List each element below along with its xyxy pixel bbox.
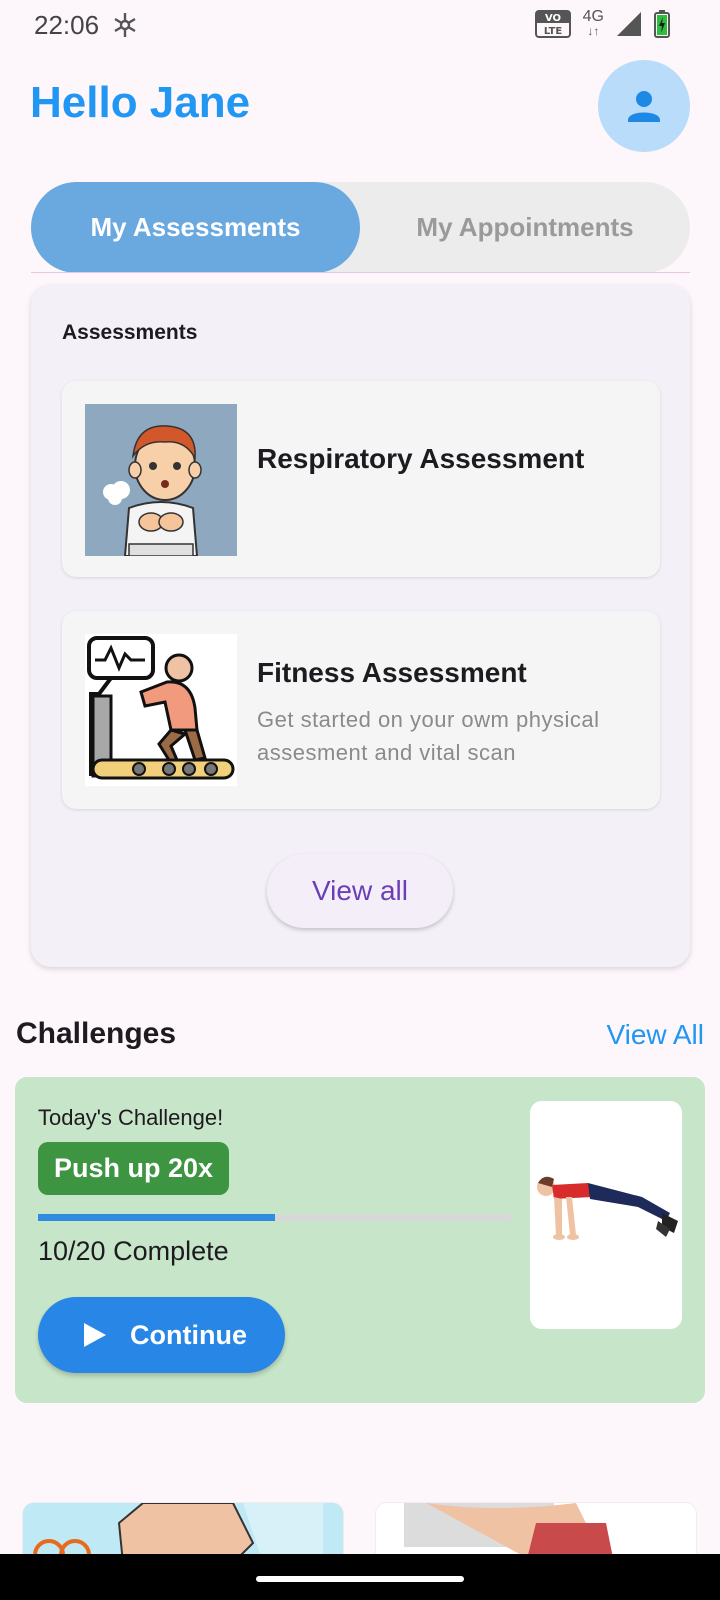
challenge-preview-card-1[interactable] [22,1502,344,1562]
volte-icon: VO LTE [534,10,571,38]
assessment-title-fitness: Fitness Assessment [257,657,527,688]
assessment-description-fitness: Get started on your owm physical assesme… [257,707,600,765]
view-all-assessments-button[interactable]: View all [267,854,453,928]
play-icon [84,1323,106,1347]
signal-icon [617,12,641,36]
profile-avatar-button[interactable] [598,60,690,152]
treadmill-illustration [85,634,237,786]
challenge-preview-card-2[interactable] [375,1502,697,1562]
tab-my-appointments[interactable]: My Appointments [360,182,690,273]
assessments-card: Assessments Respiratory Assessment Fitne… [31,285,690,967]
status-time: 22:06 [34,10,100,40]
tab-bar: My Assessments My Appointments [31,182,690,273]
challenges-title: Challenges [16,1017,177,1050]
challenge-progress-bar [38,1214,511,1221]
status-bar: 22:06 VO LTE 4G ↓↑ [0,0,720,52]
network-label: 4G [582,8,604,25]
status-indicators: VO LTE 4G ↓↑ [534,8,670,39]
home-gesture-handle[interactable] [256,1576,464,1582]
todays-challenge-card: Today's Challenge! Push up 20x 10/20 Com… [15,1077,705,1403]
battery-icon [654,10,670,38]
tab-divider [31,272,690,273]
svg-text:VO: VO [545,13,561,24]
system-navigation-bar [0,1554,720,1600]
tab-my-assessments[interactable]: My Assessments [31,182,360,273]
challenge-name-badge: Push up 20x [38,1142,230,1195]
assessment-title-respiratory: Respiratory Assessment [257,443,585,474]
continue-button[interactable]: Continue [38,1297,285,1373]
continue-label: Continue [130,1319,247,1350]
sync-icon [112,10,138,45]
challenge-progress-fill [38,1214,275,1221]
challenge-label: Today's Challenge! [38,1105,224,1130]
respiratory-illustration [85,404,237,556]
greeting-title: Hello Jane [30,78,251,127]
person-icon [628,91,660,122]
assessment-item-fitness[interactable]: Fitness Assessment Get started on your o… [62,611,660,809]
assessments-heading: Assessments [62,321,198,344]
pushup-illustration [530,1101,682,1329]
assessment-item-respiratory[interactable]: Respiratory Assessment [62,381,660,577]
network-4g-icon: 4G ↓↑ [582,8,604,39]
svg-text:LTE: LTE [543,26,562,37]
challenge-progress-text: 10/20 Complete [38,1236,229,1266]
challenges-view-all-link[interactable]: View All [606,1019,704,1051]
